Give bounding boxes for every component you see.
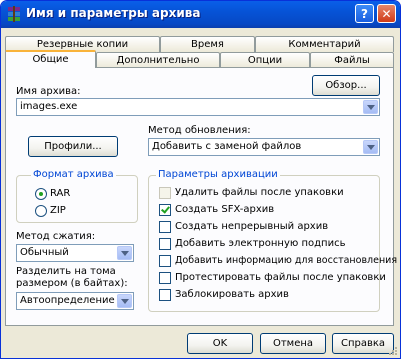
- archive-format-title: Формат архива: [31, 169, 116, 180]
- winrar-icon: [8, 6, 20, 22]
- compression-label: Метод сжатия:: [16, 231, 96, 242]
- delete-after-pack-label[interactable]: Удалить файлы после упаковки: [175, 187, 344, 198]
- archive-dialog: Имя и параметры архива ? ✕ Резервные коп…: [0, 0, 401, 359]
- create-sfx-label[interactable]: Создать SFX-архив: [175, 204, 274, 215]
- split-value: Автоопределение: [20, 295, 115, 306]
- help-button[interactable]: Справка: [332, 333, 394, 354]
- create-sfx-checkbox[interactable]: [159, 204, 171, 216]
- digital-signature-checkbox[interactable]: [159, 238, 171, 250]
- update-method-value: Добавить с заменой файлов: [152, 141, 302, 152]
- tab-time[interactable]: Время: [160, 36, 255, 52]
- update-method-dropdown-icon[interactable]: [363, 140, 378, 154]
- close-button[interactable]: ✕: [377, 4, 396, 23]
- browse-button[interactable]: Обзор...: [312, 75, 380, 96]
- test-files-checkbox[interactable]: [159, 272, 171, 284]
- tab-files[interactable]: Файлы: [310, 52, 394, 68]
- update-method-label: Метод обновления:: [148, 125, 251, 136]
- lock-archive-label[interactable]: Заблокировать архив: [175, 289, 289, 300]
- split-dropdown-icon[interactable]: [117, 294, 132, 308]
- split-label-line2: размером (в байтах):: [16, 278, 128, 289]
- ok-button[interactable]: OK: [187, 333, 253, 354]
- zip-radio[interactable]: [35, 205, 47, 217]
- rar-label[interactable]: RAR: [50, 188, 70, 199]
- recovery-record-checkbox[interactable]: [159, 255, 171, 267]
- tab-comment[interactable]: Комментарий: [255, 36, 394, 52]
- archive-name-value: images.exe: [20, 101, 78, 112]
- split-select[interactable]: Автоопределение: [16, 292, 134, 310]
- archive-format-group: Формат архива RAR ZIP: [16, 169, 138, 223]
- resize-grip-icon[interactable]: [388, 346, 398, 356]
- delete-after-pack-checkbox[interactable]: [159, 187, 171, 199]
- archive-params-title: Параметры архивации: [156, 169, 280, 180]
- general-tab-panel: Имя архива: Обзор... images.exe Профили.…: [5, 67, 397, 326]
- split-label-line1: Разделить на тома: [16, 266, 116, 277]
- rar-radio[interactable]: [35, 188, 47, 200]
- archive-name-label: Имя архива:: [16, 86, 81, 97]
- window-title: Имя и параметры архива: [26, 6, 201, 20]
- archive-name-dropdown-icon[interactable]: [363, 100, 378, 114]
- compression-value: Обычный: [20, 247, 69, 258]
- compression-select[interactable]: Обычный: [16, 244, 134, 262]
- lock-archive-checkbox[interactable]: [159, 289, 171, 301]
- tab-options[interactable]: Опции: [220, 52, 310, 68]
- tab-advanced[interactable]: Дополнительно: [96, 52, 220, 68]
- compression-dropdown-icon[interactable]: [117, 246, 132, 260]
- recovery-record-label[interactable]: Добавить информацию для восстановления: [175, 255, 397, 266]
- cancel-button[interactable]: Отмена: [260, 333, 326, 354]
- profiles-button[interactable]: Профили...: [28, 136, 118, 157]
- archive-name-field[interactable]: images.exe: [16, 98, 380, 116]
- archive-params-group: Параметры архивации Удалить файлы после …: [148, 169, 397, 312]
- solid-archive-checkbox[interactable]: [159, 221, 171, 233]
- solid-archive-label[interactable]: Создать непрерывный архив: [175, 221, 328, 232]
- digital-signature-label[interactable]: Добавить электронную подпись: [175, 238, 345, 249]
- help-title-button[interactable]: ?: [355, 4, 374, 23]
- zip-label[interactable]: ZIP: [50, 205, 66, 216]
- update-method-select[interactable]: Добавить с заменой файлов: [148, 138, 380, 156]
- test-files-label[interactable]: Протестировать файлы после упаковки: [175, 272, 386, 283]
- title-bar: Имя и параметры архива ? ✕: [1, 1, 400, 28]
- tab-general[interactable]: Общие: [5, 50, 96, 68]
